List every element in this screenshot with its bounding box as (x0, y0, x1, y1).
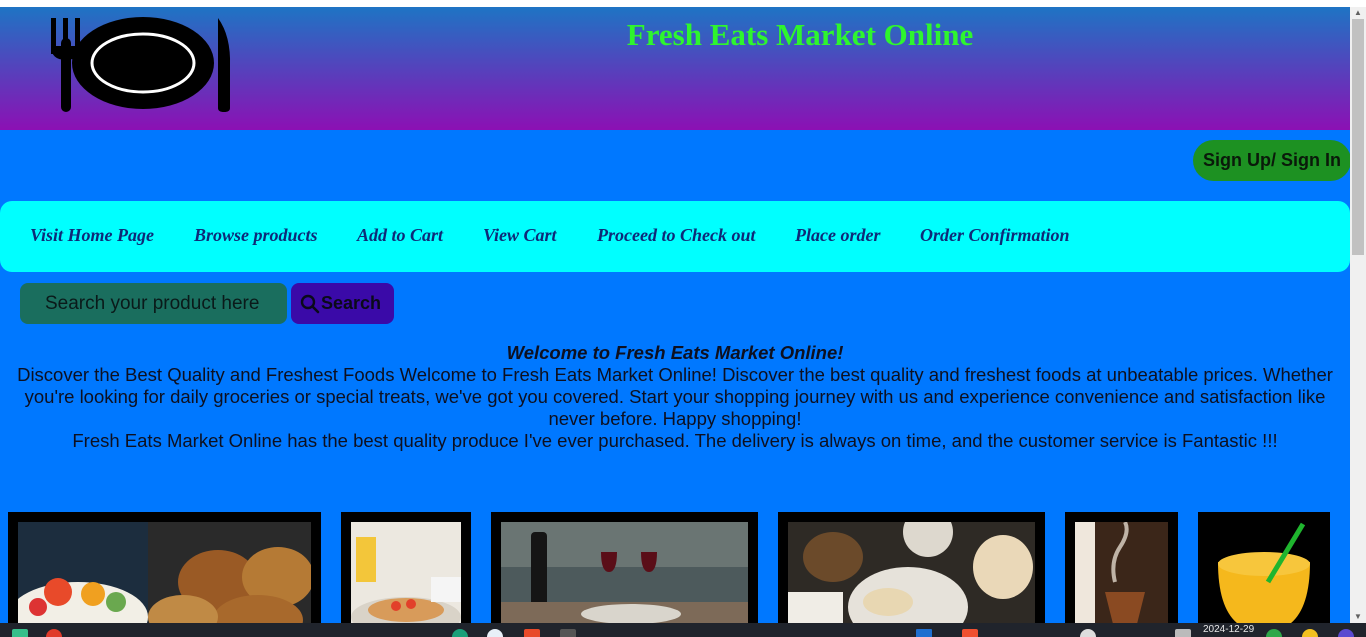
nav-order-confirmation[interactable]: Order Confirmation (920, 225, 1070, 246)
app-icon[interactable] (916, 629, 932, 637)
app-icon[interactable] (452, 629, 468, 637)
nav-place-order[interactable]: Place order (795, 225, 880, 246)
signin-button[interactable]: Sign Up/ Sign In (1193, 140, 1350, 181)
taskbar-clock-date[interactable]: 2024-12-29 (1203, 624, 1254, 635)
search-button[interactable]: Search (291, 283, 394, 324)
gallery-image-pancakes[interactable] (341, 512, 471, 623)
gallery-image-salad-bagels[interactable] (8, 512, 321, 623)
browser-icon[interactable] (524, 629, 540, 637)
search-icon (300, 294, 320, 313)
main-nav: Visit Home Page Browse products Add to C… (0, 201, 1350, 272)
welcome-heading: Welcome to Fresh Eats Market Online! (506, 342, 844, 363)
scroll-up-arrow-icon[interactable]: ▲ (1352, 8, 1364, 18)
nav-visit-home[interactable]: Visit Home Page (30, 225, 154, 246)
tray-icon[interactable] (1302, 629, 1318, 637)
site-title: Fresh Eats Market Online (626, 17, 974, 52)
plate-fork-knife-icon[interactable] (48, 16, 234, 117)
gallery-image-steaming-drink[interactable] (1065, 512, 1178, 623)
tray-icon[interactable] (1338, 629, 1354, 637)
start-menu-icon[interactable] (12, 629, 28, 637)
app-icon[interactable] (487, 629, 503, 637)
browser-window-icon[interactable] (962, 629, 978, 637)
gallery-image-orange-juice[interactable] (1198, 512, 1330, 623)
search-button-label: Search (321, 293, 382, 313)
volume-icon[interactable] (1175, 629, 1191, 637)
welcome-paragraph: Discover the Best Quality and Freshest F… (17, 364, 1333, 429)
welcome-section: Welcome to Fresh Eats Market Online! Dis… (10, 342, 1340, 452)
network-icon[interactable] (1080, 629, 1096, 637)
scroll-down-arrow-icon[interactable]: ▼ (1352, 612, 1364, 622)
testimonial-text: Fresh Eats Market Online has the best qu… (72, 430, 1278, 451)
taskbar: 2024-12-29 (0, 623, 1366, 637)
gallery-image-bread-snacks[interactable] (778, 512, 1045, 623)
page: Fresh Eats Market Online Sign Up/ Sign I… (0, 7, 1350, 623)
search-input[interactable]: Search your product here (20, 283, 287, 324)
tray-icon[interactable] (1266, 629, 1282, 637)
scroll-thumb[interactable] (1352, 19, 1364, 255)
terminal-icon[interactable] (560, 629, 576, 637)
nav-add-to-cart[interactable]: Add to Cart (357, 225, 443, 246)
nav-browse-products[interactable]: Browse products (194, 225, 318, 246)
nav-proceed-checkout[interactable]: Proceed to Check out (597, 225, 755, 246)
gallery-image-wine-dinner[interactable] (491, 512, 758, 623)
app-icon[interactable] (46, 629, 62, 637)
site-header: Fresh Eats Market Online (0, 7, 1350, 130)
nav-view-cart[interactable]: View Cart (483, 225, 557, 246)
